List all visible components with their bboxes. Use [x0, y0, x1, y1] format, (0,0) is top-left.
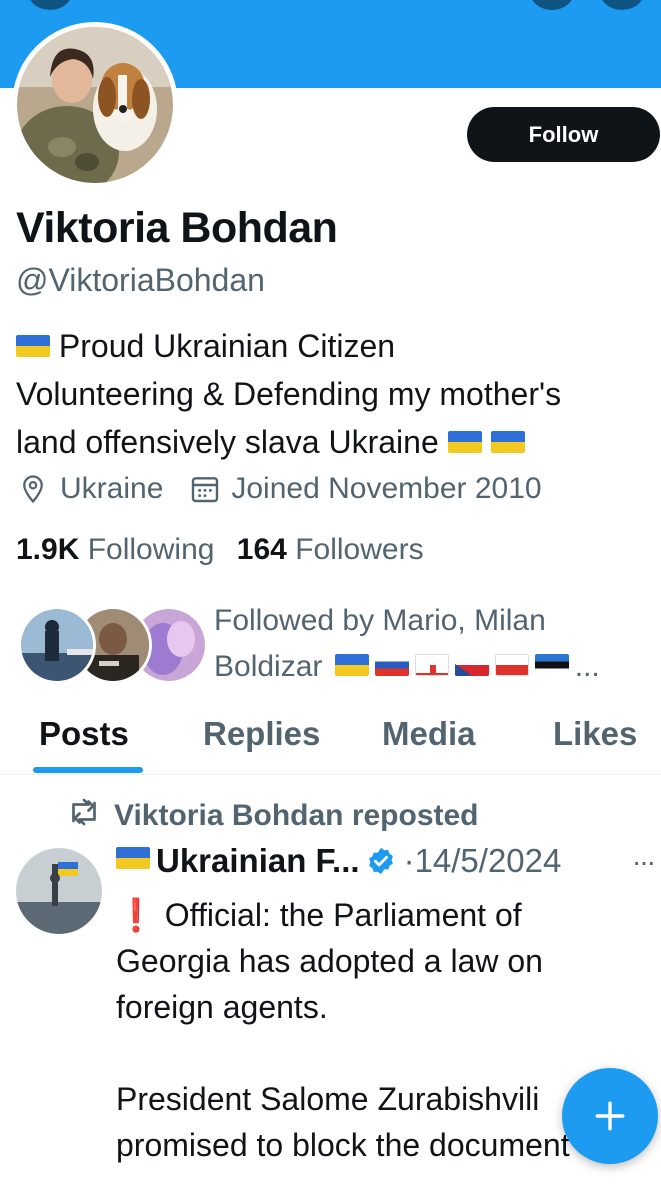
followed-by-ellipsis: ...	[574, 650, 600, 683]
tab-posts[interactable]: Posts	[39, 715, 129, 753]
bio-line-2: Volunteering & Defending my mother's	[16, 376, 562, 412]
tab-likes[interactable]: Likes	[553, 715, 637, 753]
post-header: Ukrainian F... · 14/5/2024	[116, 842, 561, 880]
profile-joined-date: Joined November 2010	[231, 472, 542, 505]
back-button[interactable]	[28, 0, 72, 10]
following-count: 1.9K	[16, 533, 80, 566]
repost-indicator[interactable]: Viktoria Bohdan reposted	[66, 797, 479, 835]
post-date[interactable]: 14/5/2024	[415, 842, 562, 880]
following-label: Following	[87, 533, 215, 566]
post-more-icon[interactable]: ···	[632, 846, 656, 878]
active-tab-indicator	[33, 767, 143, 773]
ukraine-flag-icon	[16, 334, 50, 357]
calendar-icon	[189, 473, 221, 505]
georgia-flag-icon	[414, 654, 449, 677]
bio-line-3: land offensively slava Ukraine	[16, 424, 439, 460]
followed-by-avatars[interactable]	[18, 606, 208, 684]
profile-location: Ukraine	[60, 472, 164, 505]
tab-media[interactable]: Media	[382, 715, 476, 753]
followers-label: Followers	[295, 533, 424, 566]
estonia-flag-icon	[534, 654, 569, 677]
bio-line-1: Proud Ukrainian Citizen	[58, 328, 396, 364]
profile-meta: Ukraine Joined November 2010	[18, 472, 542, 506]
czech-flag-icon	[454, 654, 489, 677]
followers-link[interactable]: 164 Followers	[237, 533, 424, 566]
ukraine-flag-icon	[490, 430, 525, 453]
ukraine-flag-icon	[334, 654, 369, 677]
verified-badge-icon	[366, 846, 396, 876]
plus-icon	[595, 1101, 625, 1131]
post-author-name[interactable]: Ukrainian F...	[156, 842, 360, 880]
ukraine-flag-icon	[447, 430, 482, 453]
more-options-button[interactable]	[600, 0, 644, 10]
following-link[interactable]: 1.9K Following	[16, 533, 214, 566]
post-separator: ·	[403, 842, 415, 879]
repost-label: Viktoria Bohdan reposted	[114, 799, 479, 832]
follow-button[interactable]: Follow	[467, 107, 660, 162]
profile-stats: 1.9K Following 164 Followers	[16, 533, 424, 567]
slovakia-flag-icon	[374, 654, 409, 677]
repost-icon	[66, 797, 102, 835]
profile-handle: @ViktoriaBohdan	[16, 262, 265, 298]
post-author-avatar[interactable]	[16, 848, 102, 934]
followed-by-text[interactable]: Followed by Mario, Milan Boldizar ...	[214, 598, 654, 690]
followed-by-line-2: Boldizar	[214, 650, 323, 683]
profile-bio: Proud Ukrainian Citizen Volunteering & D…	[16, 322, 656, 466]
followed-by-line-1: Followed by Mario, Milan	[214, 604, 546, 637]
followers-count: 164	[236, 533, 287, 566]
avatar	[18, 606, 96, 684]
tab-replies[interactable]: Replies	[203, 715, 320, 753]
ukraine-flag-icon	[116, 847, 150, 869]
poland-flag-icon	[494, 654, 529, 677]
profile-tabs: Posts Replies Media Likes	[0, 700, 661, 775]
search-button[interactable]	[530, 0, 574, 10]
profile-avatar[interactable]	[12, 22, 178, 188]
location-pin-icon	[18, 473, 48, 505]
compose-button[interactable]	[562, 1068, 658, 1164]
profile-name: Viktoria Bohdan	[16, 204, 338, 252]
